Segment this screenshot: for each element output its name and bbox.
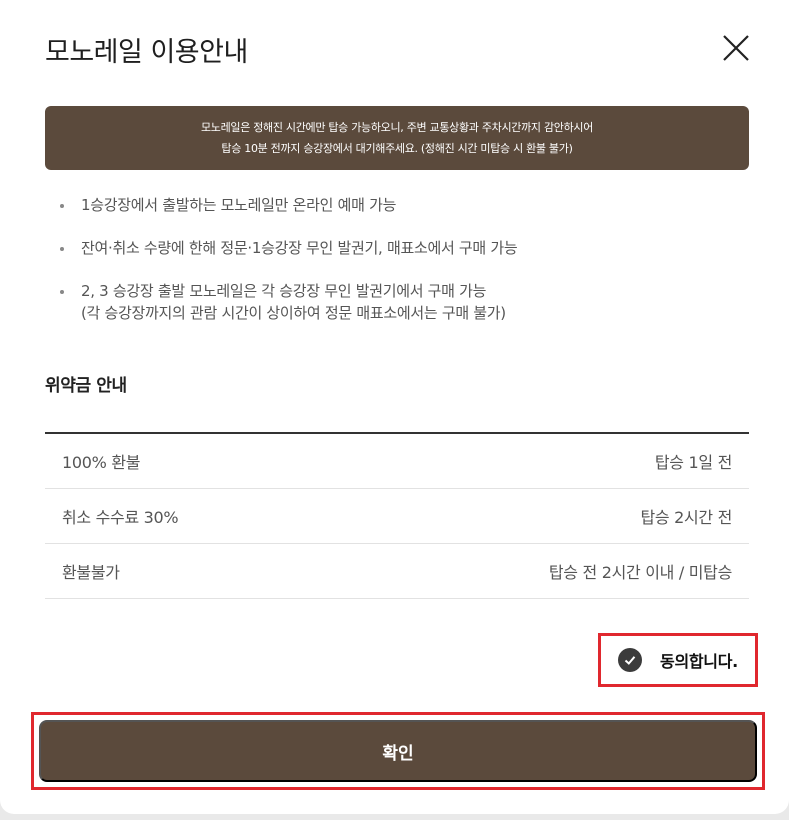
close-button[interactable]	[720, 32, 752, 64]
notice-line-2: 탑승 10분 전까지 승강장에서 대기해주세요. (정해진 시간 미탑승 시 환…	[221, 142, 573, 155]
fee-label: 100% 환불	[62, 453, 141, 472]
usage-guide-modal: 모노레일 이용안내 모노레일은 정해진 시간에만 탑승 가능하오니, 주변 교통…	[0, 0, 789, 814]
close-icon	[723, 35, 749, 61]
fee-label: 취소 수수료 30%	[62, 508, 179, 527]
table-row: 취소 수수료 30% 탑승 2시간 전	[45, 489, 749, 544]
fee-section-title: 위약금 안내	[45, 376, 127, 396]
modal-title: 모노레일 이용안내	[45, 37, 248, 68]
check-circle-icon	[618, 648, 643, 672]
confirm-button[interactable]: 확인	[39, 720, 757, 782]
fee-condition: 탑승 2시간 전	[640, 508, 732, 527]
notice-line-1: 모노레일은 정해진 시간에만 탑승 가능하오니, 주변 교통상황과 주차시간까지…	[200, 121, 594, 134]
table-row: 100% 환불 탑승 1일 전	[45, 434, 749, 489]
guide-list: 1승강장에서 출발하는 모노레일만 온라인 예매 가능 잔여·취소 수량에 한해…	[60, 194, 750, 345]
agree-checkbox[interactable]: 동의합니다.	[598, 633, 758, 687]
fee-table: 100% 환불 탑승 1일 전 취소 수수료 30% 탑승 2시간 전 환불불가…	[45, 432, 749, 599]
confirm-highlight: 확인	[31, 712, 765, 790]
fee-condition: 탑승 전 2시간 이내 / 미탑승	[548, 563, 732, 582]
agree-label: 동의합니다.	[660, 652, 738, 671]
list-item: 잔여·취소 수량에 한해 정문·1승강장 무인 발권기, 매표소에서 구매 가능	[60, 237, 750, 259]
fee-label: 환불불가	[62, 563, 120, 582]
list-item: 1승강장에서 출발하는 모노레일만 온라인 예매 가능	[60, 194, 750, 216]
list-item: 2, 3 승강장 출발 모노레일은 각 승강장 무인 발권기에서 구매 가능 (…	[60, 280, 750, 324]
fee-condition: 탑승 1일 전	[654, 453, 732, 472]
notice-banner: 모노레일은 정해진 시간에만 탑승 가능하오니, 주변 교통상황과 주차시간까지…	[45, 106, 749, 170]
table-row: 환불불가 탑승 전 2시간 이내 / 미탑승	[45, 544, 749, 599]
